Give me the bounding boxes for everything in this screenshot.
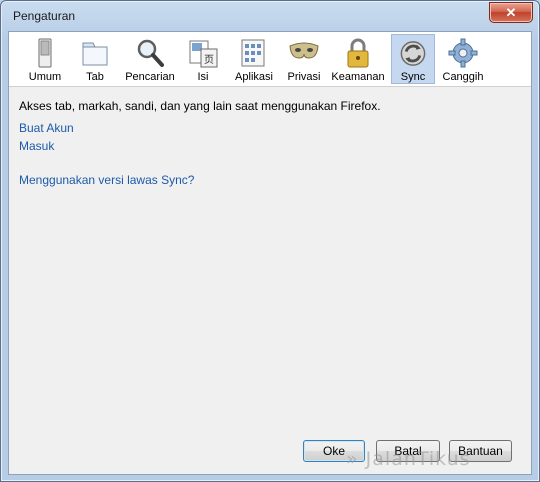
close-icon: ✕ [505, 4, 517, 20]
title-bar[interactable]: Pengaturan ✕ [1, 1, 539, 31]
preferences-dialog: Pengaturan ✕ Umum Tab Pencarian 页 Isi Ap… [0, 0, 540, 482]
tab-label: Canggih [442, 71, 484, 83]
gear-icon [448, 38, 478, 68]
tab-keamanan[interactable]: Keamanan [329, 34, 387, 84]
magnifier-icon [137, 39, 164, 67]
tab-label: Aplikasi [235, 71, 273, 83]
tab-privasi[interactable]: Privasi [283, 34, 325, 84]
tab-label: Pencarian [125, 71, 175, 83]
svg-text:页: 页 [204, 54, 214, 66]
switch-icon [38, 38, 52, 68]
sync-description: Akses tab, markah, sandi, dan yang lain … [19, 99, 381, 113]
tab-umum[interactable]: Umum [23, 34, 67, 84]
category-toolbar: Umum Tab Pencarian 页 Isi Aplikasi Privas… [9, 32, 531, 87]
tab-label: Umum [28, 71, 62, 83]
tab-tab[interactable]: Tab [75, 34, 115, 84]
watermark: » JalanTikus [346, 448, 471, 470]
close-button[interactable]: ✕ [489, 2, 533, 23]
content-page-icon: 页 [189, 40, 218, 68]
sign-in-link[interactable]: Masuk [19, 139, 54, 153]
sync-icon [400, 41, 426, 66]
tab-label: Privasi [287, 71, 321, 83]
tab-aplikasi[interactable]: Aplikasi [229, 34, 279, 84]
tab-sync[interactable]: Sync [391, 34, 435, 84]
tab-label: Sync [400, 71, 426, 83]
applications-icon [241, 39, 265, 67]
tab-canggih[interactable]: Canggih [437, 34, 489, 84]
legacy-sync-link[interactable]: Menggunakan versi lawas Sync? [19, 173, 194, 187]
tab-pencarian[interactable]: Pencarian [123, 34, 177, 84]
tab-label: Tab [86, 71, 104, 83]
tab-isi[interactable]: 页 Isi [183, 34, 223, 84]
tab-label: Keamanan [331, 71, 385, 83]
watermark-text: JalanTikus [365, 448, 471, 470]
dialog-body: Umum Tab Pencarian 页 Isi Aplikasi Privas… [8, 31, 532, 475]
tab-label: Isi [197, 71, 209, 83]
mask-icon [289, 42, 319, 59]
padlock-icon [347, 38, 369, 68]
tab-window-icon [82, 42, 108, 66]
window-title: Pengaturan [13, 9, 76, 23]
create-account-link[interactable]: Buat Akun [19, 121, 74, 135]
